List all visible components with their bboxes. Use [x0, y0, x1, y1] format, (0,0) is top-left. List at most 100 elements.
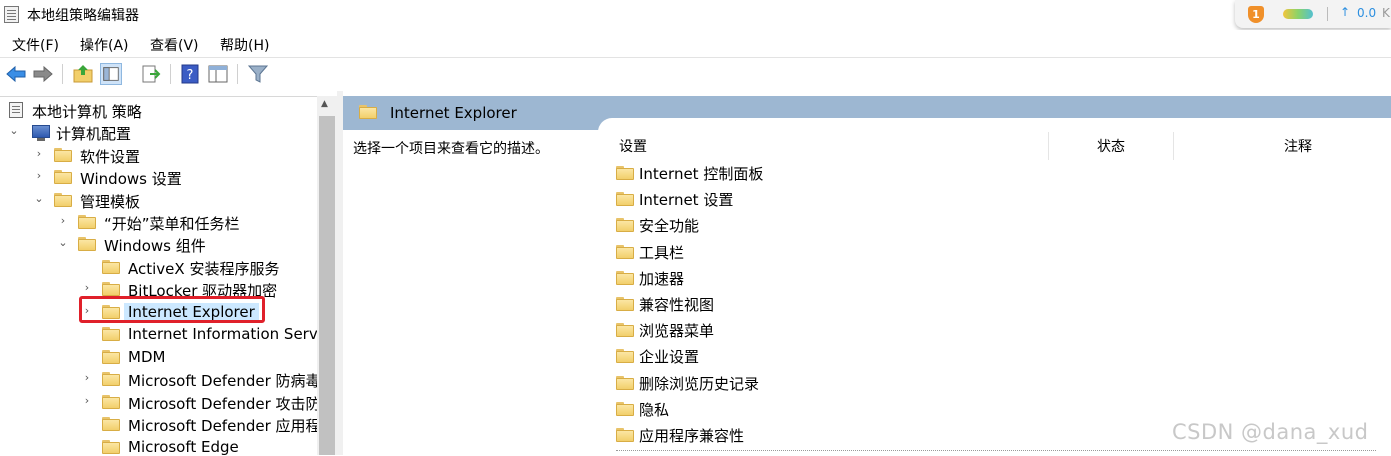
details-pane: Internet Explorer 选择一个项目来查看它的描述。 设置 状态 注… [343, 96, 1391, 455]
toolbar-divider [62, 64, 63, 84]
toolbar-divider [170, 64, 171, 84]
tree-node-defender-exploit[interactable]: › Microsoft Defender 攻击防护 [0, 391, 336, 413]
chevron-right-icon[interactable]: › [33, 169, 45, 183]
folder-icon [54, 170, 72, 184]
tree-node-edge[interactable]: Microsoft Edge [0, 436, 318, 456]
column-header-state[interactable]: 状态 [1097, 136, 1125, 156]
folder-icon [78, 237, 96, 251]
shield-badge-icon[interactable]: 1 [1248, 6, 1264, 23]
export-list-icon[interactable] [140, 63, 162, 85]
list-item-label: Internet 控制面板 [639, 165, 764, 183]
back-arrow-icon[interactable] [5, 63, 27, 85]
navigation-tree[interactable]: 本地计算机 策略 ⌄ 计算机配置 › 软件设置 › Windows 设置 ⌄ 管… [0, 96, 337, 456]
up-folder-icon[interactable] [72, 63, 94, 85]
window-title: 本地组策略编辑器 [27, 8, 139, 24]
folder-icon [616, 376, 634, 390]
folder-icon [54, 148, 72, 162]
chevron-right-icon[interactable]: › [57, 214, 69, 228]
tree-node-mdm[interactable]: MDM [0, 346, 318, 368]
chevron-right-icon[interactable]: › [81, 371, 93, 385]
tree-node-label: 本地计算机 策略 [32, 103, 142, 121]
list-item-label: Internet 设置 [639, 191, 734, 209]
folder-icon [616, 192, 634, 206]
help-icon[interactable]: ? [179, 63, 201, 85]
folder-icon [359, 105, 377, 119]
tree-node-activex[interactable]: ActiveX 安装程序服务 [0, 256, 318, 278]
column-header-setting[interactable]: 设置 [619, 136, 647, 156]
menu-view[interactable]: 查看(V) [150, 35, 199, 55]
highlight-annotation [79, 296, 265, 323]
chevron-right-icon[interactable]: › [33, 147, 45, 161]
tree-node-label: Microsoft Edge [128, 438, 239, 456]
tree-node-label: Microsoft Defender 攻击防护 [128, 395, 336, 413]
status-bar-icon [1283, 9, 1313, 19]
tree-node-iis[interactable]: Internet Information Services [0, 323, 337, 345]
policy-editor-icon [4, 6, 19, 23]
folder-icon [616, 218, 634, 232]
list-item-label: 兼容性视图 [639, 296, 715, 314]
folder-icon [102, 395, 120, 409]
folder-icon [616, 297, 634, 311]
chevron-down-icon[interactable]: ⌄ [57, 236, 69, 250]
chevron-down-icon[interactable]: ⌄ [8, 124, 20, 138]
svg-text:?: ? [187, 68, 194, 83]
scrollbar-thumb[interactable] [319, 116, 335, 455]
list-item-label: 浏览器菜单 [639, 322, 715, 340]
folder-icon [616, 166, 634, 180]
tree-node-software-settings[interactable]: › 软件设置 [0, 144, 318, 166]
list-item-label: 应用程序兼容性 [639, 427, 745, 445]
tree-node-start-menu[interactable]: › “开始”菜单和任务栏 [0, 211, 318, 233]
scroll-up-arrow-icon[interactable]: ▲ [321, 99, 328, 109]
menu-help[interactable]: 帮助(H) [220, 35, 269, 55]
list-item-label: 工具栏 [639, 244, 685, 262]
tree-node-windows-settings[interactable]: › Windows 设置 [0, 166, 318, 188]
chevron-down-icon[interactable]: ⌄ [33, 192, 45, 206]
chevron-right-icon[interactable]: › [81, 281, 93, 295]
show-hide-tree-icon[interactable] [100, 63, 122, 85]
tree-node-label: Microsoft Defender 防病毒 [128, 372, 321, 390]
folder-icon [54, 193, 72, 207]
tree-node-label: 计算机配置 [56, 125, 132, 143]
computer-icon [32, 125, 50, 141]
tree-node-label: Internet Information Services [128, 325, 337, 343]
description-text: 选择一个项目来查看它的描述。 [353, 141, 549, 157]
tree-node-defender-app-guard[interactable]: Microsoft Defender 应用程序防护 [0, 413, 337, 435]
chevron-right-icon[interactable]: › [81, 394, 93, 408]
tree-node-windows-components[interactable]: ⌄ Windows 组件 [0, 233, 318, 255]
forward-arrow-icon[interactable] [32, 63, 54, 85]
column-header-comment[interactable]: 注释 [1284, 136, 1312, 156]
tree-node-defender-antivirus[interactable]: › Microsoft Defender 防病毒 [0, 368, 321, 390]
tray-widget[interactable]: 1 ↑ 0.0 K [1235, 0, 1391, 28]
folder-icon [78, 215, 96, 229]
toolbar: ? [0, 57, 1391, 92]
column-divider[interactable] [1173, 132, 1174, 160]
tree-node-label: “开始”菜单和任务栏 [104, 215, 240, 233]
tree-node-computer-config[interactable]: ⌄ 计算机配置 [0, 121, 318, 143]
title-bar: 本地组策略编辑器 1 ↑ 0.0 K [0, 0, 1391, 30]
tree-node-admin-templates[interactable]: ⌄ 管理模板 [0, 189, 318, 211]
folder-icon [102, 327, 120, 341]
tree-node-label: 管理模板 [80, 193, 141, 211]
tree-node-label: 软件设置 [80, 148, 141, 166]
list-item-partial [616, 450, 1376, 455]
menu-action[interactable]: 操作(A) [80, 35, 129, 55]
list-item-label: 安全功能 [639, 217, 700, 235]
list-item-label: 企业设置 [639, 348, 700, 366]
menu-file[interactable]: 文件(F) [12, 35, 59, 55]
folder-icon [616, 428, 634, 442]
properties-view-icon[interactable] [207, 63, 229, 85]
filter-icon[interactable] [247, 63, 269, 85]
tree-scrollbar[interactable]: ▲ [317, 96, 337, 455]
list-item-label: 删除浏览历史记录 [639, 375, 760, 393]
folder-icon [102, 260, 120, 274]
tray-divider [1327, 7, 1328, 21]
tree-node-root[interactable]: 本地计算机 策略 [0, 99, 318, 121]
tree-node-label: Windows 设置 [80, 170, 182, 188]
watermark: CSDN @dana_xud [1172, 420, 1369, 444]
list-item-label: 加速器 [639, 270, 685, 288]
folder-icon [102, 440, 120, 454]
list-tab-panel [598, 118, 1391, 142]
tree-node-label: Microsoft Defender 应用程序防护 [128, 417, 337, 435]
column-divider[interactable] [1048, 132, 1049, 160]
details-title: Internet Explorer [390, 104, 517, 122]
